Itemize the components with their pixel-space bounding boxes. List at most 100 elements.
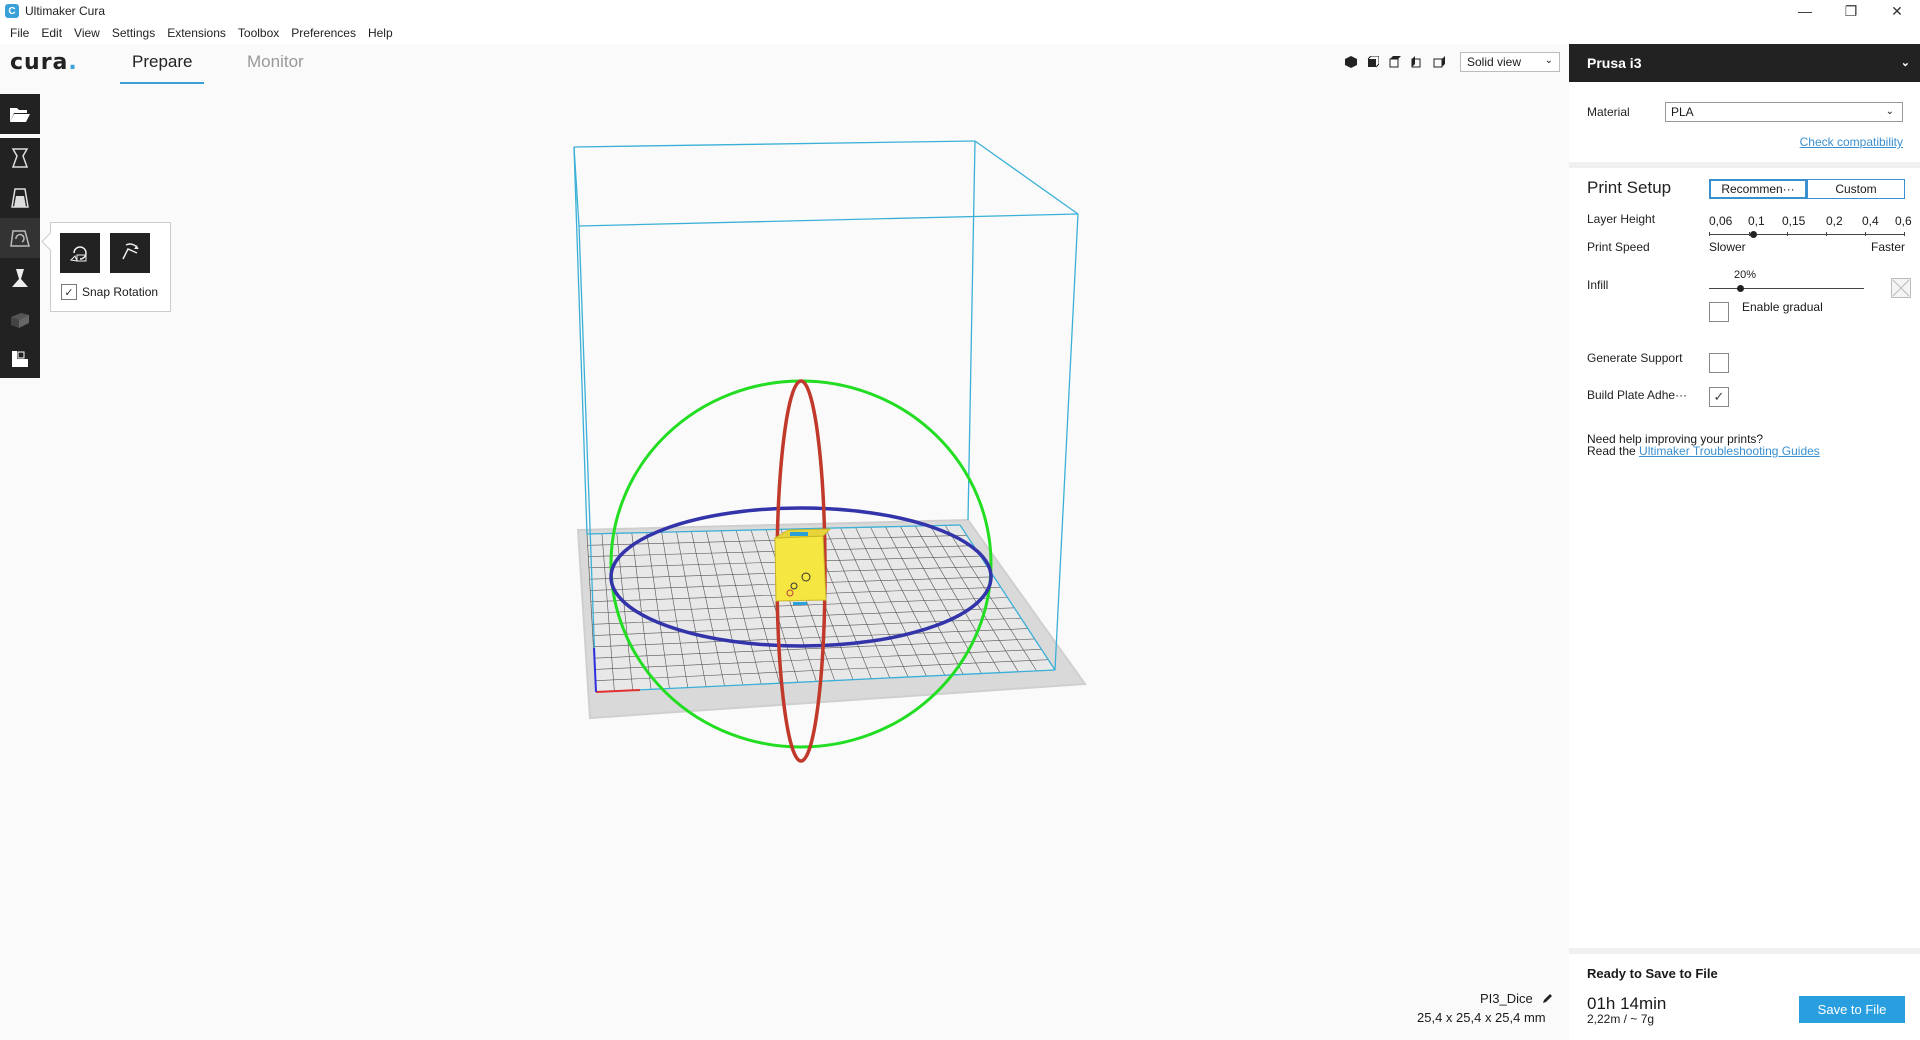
cura-app-icon: C <box>5 4 19 18</box>
layer-height-option[interactable]: 0,06 <box>1709 214 1732 228</box>
save-to-file-button[interactable]: Save to File <box>1799 996 1905 1023</box>
left-view-icon[interactable] <box>1409 54 1425 70</box>
slider-tick <box>1787 232 1788 236</box>
infill-label: Infill <box>1587 278 1609 292</box>
lay-flat-button[interactable] <box>110 233 150 273</box>
menu-view[interactable]: View <box>68 26 106 40</box>
print-setup-title: Print Setup <box>1587 178 1672 197</box>
reset-rotation-button[interactable] <box>60 233 100 273</box>
speed-slower-label: Slower <box>1709 240 1746 254</box>
slider-tick <box>1865 232 1866 236</box>
mirror-tool-icon <box>12 269 28 287</box>
infill-value: 20% <box>1734 269 1757 281</box>
rotate-tool-icon <box>10 230 30 247</box>
menu-preferences[interactable]: Preferences <box>285 26 362 40</box>
object-dimensions: 25,4 x 25,4 x 25,4 mm <box>1417 1010 1546 1025</box>
rotate-tool-button[interactable] <box>0 218 40 258</box>
right-sidebar: Prusa i3 ⌄ Material PLA ⌄ Check compatib… <box>1569 44 1920 1040</box>
print-speed-label: Print Speed <box>1587 240 1650 254</box>
help-line-2-prefix: Read the <box>1587 444 1640 458</box>
front-view-icon[interactable] <box>1365 54 1381 70</box>
check-compatibility-link[interactable]: Check compatibility <box>1800 135 1903 149</box>
menu-extensions[interactable]: Extensions <box>161 26 232 40</box>
view-mode-select[interactable]: Solid view ⌄ <box>1460 52 1560 72</box>
generate-support-checkbox[interactable] <box>1709 353 1729 373</box>
print-setup-mode-toggle: Recommen··· Custom <box>1709 179 1905 199</box>
enable-gradual-checkbox[interactable] <box>1709 302 1729 322</box>
cura-logo: cura. <box>10 50 78 75</box>
print-material-usage: 2,22m / ~ 7g <box>1587 1012 1655 1026</box>
help-line-2: Read the Ultimaker Troubleshooting Guide… <box>1587 445 1820 457</box>
layer-height-option[interactable]: 0,2 <box>1826 214 1843 228</box>
tab-prepare[interactable]: Prepare <box>120 52 205 84</box>
pencil-icon[interactable] <box>1541 993 1553 1005</box>
view-orientation-buttons <box>1343 54 1447 70</box>
3d-view-icon[interactable] <box>1343 54 1359 70</box>
layer-height-slider[interactable] <box>1709 234 1905 235</box>
layer-height-option[interactable]: 0,4 <box>1862 214 1879 228</box>
scale-tool-icon <box>11 188 29 208</box>
tool-group <box>0 138 40 378</box>
layer-height-option[interactable]: 0,6 <box>1895 214 1912 228</box>
view-mode-value: Solid view <box>1467 55 1522 69</box>
snap-rotation-checkbox[interactable]: ✓ <box>61 284 77 300</box>
right-view-icon[interactable] <box>1431 54 1447 70</box>
open-file-button[interactable] <box>0 94 40 134</box>
infill-slider-handle[interactable] <box>1737 285 1744 292</box>
tab-monitor[interactable]: Monitor <box>235 52 316 82</box>
infill-slider[interactable] <box>1709 288 1864 289</box>
maximize-button[interactable]: ❐ <box>1828 0 1874 22</box>
per-model-settings-button[interactable] <box>0 298 40 338</box>
minimize-button[interactable]: — <box>1782 0 1828 22</box>
move-tool-icon <box>11 148 29 168</box>
layer-height-option[interactable]: 0,1 <box>1748 214 1765 228</box>
mirror-tool-button[interactable] <box>0 258 40 298</box>
menu-help[interactable]: Help <box>362 26 399 40</box>
chevron-down-icon: ⌄ <box>1885 106 1894 117</box>
lay-flat-icon <box>122 243 139 260</box>
layer-height-option[interactable]: 0,15 <box>1782 214 1805 228</box>
support-blocker-icon <box>12 351 28 367</box>
scale-tool-button[interactable] <box>0 178 40 218</box>
object-name-row: PI3_Dice <box>1480 991 1553 1006</box>
menu-settings[interactable]: Settings <box>106 26 161 40</box>
folder-open-icon <box>10 108 30 122</box>
move-tool-button[interactable] <box>0 138 40 178</box>
reset-rotation-icon <box>69 246 87 262</box>
snap-rotation-row: ✓ Snap Rotation <box>61 284 158 300</box>
logo-text: cura <box>10 50 69 75</box>
divider <box>1569 948 1920 954</box>
help-text: Need help improving your prints? Read th… <box>1587 433 1820 457</box>
troubleshooting-guides-link[interactable]: Ultimaker Troubleshooting Guides <box>1639 444 1820 458</box>
layer-height-slider-handle[interactable] <box>1749 231 1757 238</box>
build-plate-adhesion-checkbox[interactable]: ✓ <box>1709 387 1729 407</box>
object-name: PI3_Dice <box>1480 991 1533 1006</box>
slider-tick <box>1709 232 1710 236</box>
material-label: Material <box>1587 105 1630 119</box>
logo-dot: . <box>68 50 78 75</box>
machine-selector[interactable]: Prusa i3 ⌄ <box>1569 44 1920 82</box>
mode-recommended-button[interactable]: Recommen··· <box>1709 179 1807 199</box>
material-select[interactable]: PLA ⌄ <box>1665 102 1903 122</box>
title-bar: C Ultimaker Cura — ❐ ✕ <box>0 0 1920 22</box>
menu-file[interactable]: File <box>4 26 35 40</box>
dice-model[interactable] <box>773 528 832 605</box>
top-view-icon[interactable] <box>1387 54 1403 70</box>
slider-tick <box>1826 232 1827 236</box>
per-model-settings-icon <box>11 313 29 328</box>
divider <box>1569 162 1920 168</box>
layer-height-label: Layer Height <box>1587 212 1656 226</box>
generate-support-label: Generate Support <box>1587 351 1683 365</box>
close-button[interactable]: ✕ <box>1874 0 1920 22</box>
menu-edit[interactable]: Edit <box>35 26 68 40</box>
support-blocker-button[interactable] <box>0 338 40 378</box>
header-bar: cura. Prepare Monitor Solid view ⌄ <box>0 44 1569 88</box>
mode-custom-button[interactable]: Custom <box>1807 179 1905 199</box>
window-title: Ultimaker Cura <box>25 4 106 18</box>
infill-pattern-icon <box>1891 278 1911 298</box>
left-toolbar <box>0 94 40 378</box>
menu-toolbox[interactable]: Toolbox <box>232 26 285 40</box>
3d-viewport[interactable] <box>0 88 1569 1040</box>
scene-svg <box>573 140 1087 763</box>
slider-tick <box>1904 232 1905 236</box>
